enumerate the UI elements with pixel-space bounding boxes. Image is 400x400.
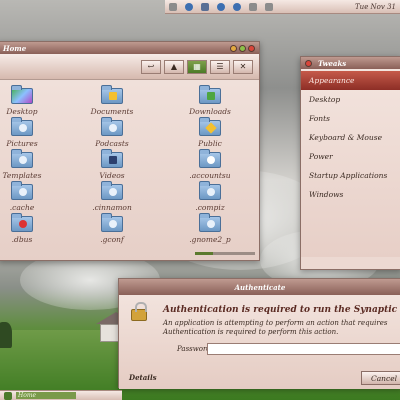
auth-heading: Authentication is required to run the Sy… xyxy=(163,305,398,315)
downloads-folder-icon xyxy=(199,85,221,104)
bluetooth-icon[interactable] xyxy=(233,2,241,11)
home-window: Home ↩ ▲ ▦ ☰ ✕ Desktop Documents Downloa… xyxy=(0,41,260,261)
hidden-folder-icon xyxy=(101,181,123,200)
documents-folder-icon xyxy=(101,85,123,104)
hidden-folder-icon xyxy=(199,149,221,168)
folder-item[interactable]: .cinnamon xyxy=(81,181,143,212)
top-panel: Tue Nov 31 xyxy=(165,0,400,14)
folder-item[interactable]: Downloads xyxy=(179,85,241,116)
compact-view-button[interactable]: ✕ xyxy=(233,59,253,74)
window-title: Tweaks xyxy=(318,58,347,68)
back-button[interactable]: ↩ xyxy=(141,59,161,74)
lock-icon xyxy=(131,302,147,321)
auth-dialog: Authenticate Authentication is required … xyxy=(118,278,400,389)
network-icon[interactable] xyxy=(201,2,209,11)
volume-icon[interactable] xyxy=(265,2,273,11)
hidden-folder-icon xyxy=(199,213,221,232)
home-titlebar[interactable]: Home xyxy=(0,42,259,54)
folder-item[interactable]: Pictures xyxy=(0,117,53,148)
hidden-folder-icon xyxy=(101,213,123,232)
file-icon-grid: Desktop Documents Downloads Pictures Pod… xyxy=(0,80,259,260)
update-icon[interactable] xyxy=(217,2,225,11)
zoom-slider[interactable] xyxy=(195,252,255,255)
bottom-panel: Home xyxy=(0,390,122,400)
up-button[interactable]: ▲ xyxy=(164,59,184,74)
tweaks-category-list: Appearance Desktop Fonts Keyboard & Mous… xyxy=(301,69,400,257)
folder-item[interactable]: .gnome2_p xyxy=(179,213,241,244)
menu-icon[interactable] xyxy=(4,391,12,400)
tweak-category-keyboard-mouse[interactable]: Keyboard & Mouse xyxy=(301,128,400,147)
tweak-category-startup[interactable]: Startup Applications xyxy=(301,166,400,185)
tweak-category-appearance[interactable]: Appearance xyxy=(301,71,400,90)
tweak-category-desktop[interactable]: Desktop xyxy=(301,90,400,109)
maximize-button[interactable] xyxy=(239,44,246,52)
password-field[interactable] xyxy=(207,343,400,355)
hidden-folder-icon xyxy=(11,181,33,200)
tweak-category-fonts[interactable]: Fonts xyxy=(301,109,400,128)
mail-icon[interactable] xyxy=(249,2,257,11)
home-toolbar: ↩ ▲ ▦ ☰ ✕ xyxy=(0,54,259,80)
podcasts-folder-icon xyxy=(101,117,123,136)
bluetooth-icon[interactable] xyxy=(185,2,193,11)
close-button[interactable] xyxy=(248,44,255,52)
icon-view-button[interactable]: ▦ xyxy=(187,59,207,74)
hidden-folder-icon xyxy=(199,181,221,200)
templates-folder-icon xyxy=(11,149,33,168)
minimize-button[interactable] xyxy=(230,44,237,52)
details-expander[interactable]: Details xyxy=(129,373,157,382)
window-title: Home xyxy=(3,43,27,53)
folder-item[interactable]: .gconf xyxy=(81,213,143,244)
tweaks-titlebar[interactable]: Tweaks xyxy=(301,57,400,69)
folder-item[interactable]: Templates xyxy=(0,149,53,180)
tweak-category-windows[interactable]: Windows xyxy=(301,185,400,204)
taskbar-item-home[interactable]: Home xyxy=(16,392,76,399)
videos-folder-icon xyxy=(101,149,123,168)
dialog-title: Authenticate xyxy=(234,282,286,292)
cancel-button[interactable]: Cancel xyxy=(361,371,400,385)
list-view-button[interactable]: ☰ xyxy=(210,59,230,74)
folder-item[interactable]: Videos xyxy=(81,149,143,180)
desktop-folder-icon xyxy=(11,85,33,104)
folder-item[interactable]: .accountsu xyxy=(179,149,241,180)
folder-item[interactable]: .dbus xyxy=(0,213,53,244)
public-folder-icon xyxy=(199,117,221,136)
folder-item[interactable]: Public xyxy=(179,117,241,148)
pictures-folder-icon xyxy=(11,117,33,136)
close-button[interactable] xyxy=(305,59,312,67)
folder-item[interactable]: Documents xyxy=(81,85,143,116)
folder-item[interactable]: .cache xyxy=(0,181,53,212)
hidden-folder-icon xyxy=(11,213,33,232)
applet-icon[interactable] xyxy=(169,2,177,11)
folder-item[interactable]: Podcasts xyxy=(81,117,143,148)
folder-item[interactable]: Desktop xyxy=(0,85,53,116)
auth-description: An application is attempting to perform … xyxy=(163,319,388,327)
folder-item[interactable]: .compiz xyxy=(179,181,241,212)
tweak-category-power[interactable]: Power xyxy=(301,147,400,166)
auth-description: Authentication is required to perform th… xyxy=(163,328,339,336)
auth-titlebar[interactable]: Authenticate xyxy=(119,279,400,295)
tweaks-window: Tweaks Appearance Desktop Fonts Keyboard… xyxy=(300,56,400,270)
clock[interactable]: Tue Nov 31 xyxy=(355,3,396,11)
